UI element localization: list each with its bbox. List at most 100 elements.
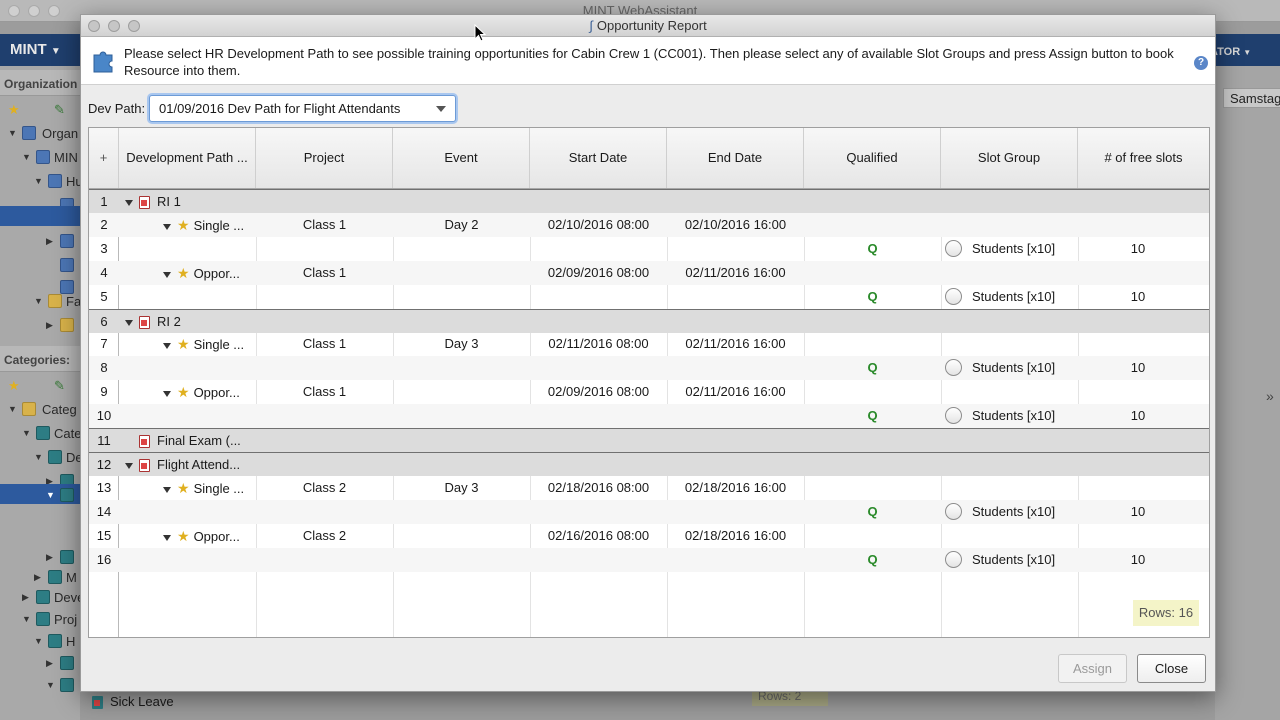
- tree-item[interactable]: ▼ Categ: [0, 398, 80, 422]
- column-header-project[interactable]: Project: [256, 128, 393, 188]
- slot-group-radio[interactable]: [945, 240, 962, 258]
- category-icon: [60, 678, 74, 692]
- chevron-right-icon[interactable]: »: [1266, 388, 1274, 404]
- row-number: 10: [96, 408, 112, 423]
- table-row[interactable]: 2 ★ Single ... Class 1 Day 2 02/10/2016 08:00…: [89, 213, 1209, 237]
- project-cell: Class 2: [302, 480, 347, 495]
- group-row[interactable]: 11 Final Exam (...: [89, 428, 1209, 452]
- end-date-cell: 02/11/2016 16:00: [685, 265, 786, 280]
- slot-group-label: Students [x10]: [972, 360, 1056, 375]
- group-row[interactable]: 1 RI 1: [89, 189, 1209, 213]
- group-row[interactable]: 6 RI 2: [89, 309, 1209, 333]
- table-row[interactable]: 13 ★ Single ... Class 2 Day 3 02/18/2016 08:0…: [89, 476, 1209, 500]
- sick-leave-item[interactable]: Sick Leave: [92, 694, 174, 710]
- help-icon[interactable]: ?: [1194, 56, 1208, 70]
- slot-group-radio[interactable]: [945, 503, 962, 521]
- column-header-qualified[interactable]: Qualified: [804, 128, 941, 188]
- group-cell: RI 1: [125, 190, 325, 214]
- tree-item[interactable]: ▶ Deve: [0, 586, 84, 610]
- category-icon: [60, 488, 74, 502]
- group-cell: Final Exam (...: [125, 429, 325, 453]
- end-date-cell: 02/11/2016 16:00: [685, 384, 786, 399]
- add-column-button[interactable]: +: [89, 128, 119, 188]
- row-number: 2: [100, 217, 108, 232]
- row-number: 9: [100, 384, 108, 399]
- slot-group-label: Students [x10]: [972, 289, 1056, 304]
- column-header-start-date[interactable]: Start Date: [530, 128, 667, 188]
- mint-menu[interactable]: MINT ▼: [10, 41, 61, 58]
- dev-path-cell: ★ Oppor...: [163, 380, 255, 404]
- column-header-dev-path[interactable]: Development Path ...: [119, 128, 256, 188]
- tree-item[interactable]: ▶: [0, 314, 80, 338]
- table-row[interactable]: 10 Q Students [x10] 10: [89, 404, 1209, 428]
- chevron-down-icon[interactable]: [163, 390, 171, 397]
- tree-item-selected[interactable]: ▼: [0, 484, 80, 504]
- dev-path-select[interactable]: 01/09/2016 Dev Path for Flight Attendant…: [149, 95, 456, 122]
- tree-item[interactable]: ▶: [0, 652, 80, 676]
- tree-item[interactable]: ▼ MIN: [0, 146, 80, 170]
- tree-item[interactable]: ▼ Fa: [0, 290, 81, 314]
- tree-item[interactable]: ▼ Hu: [0, 170, 83, 194]
- background-sidebar: Organization ★ ✎ ▼ Organ ▼ MIN ▼ Hu ▶ ▼ Fa ▶…: [0, 66, 84, 720]
- table-row[interactable]: 8 Q Students [x10] 10: [89, 356, 1209, 380]
- tree-item-selected[interactable]: [0, 206, 80, 226]
- course-icon: [139, 196, 150, 210]
- table-row[interactable]: 9 ★ Oppor... Class 1 02/09/2016 08:00 02/11/2…: [89, 380, 1209, 404]
- assign-button[interactable]: Assign: [1058, 654, 1127, 683]
- pencil-icon[interactable]: ✎: [54, 378, 65, 394]
- slot-group-radio[interactable]: [945, 407, 962, 425]
- chevron-down-icon[interactable]: [125, 199, 133, 206]
- category-icon: [60, 550, 74, 564]
- opportunity-label: Oppor...: [193, 385, 240, 400]
- chevron-right-icon: ▶: [34, 572, 41, 582]
- slot-group-radio[interactable]: [945, 359, 962, 377]
- opportunity-label: Single ...: [193, 218, 245, 233]
- tree-item[interactable]: ▼ H: [0, 630, 80, 654]
- close-button[interactable]: Close: [1137, 654, 1206, 683]
- pencil-icon[interactable]: ✎: [54, 102, 65, 118]
- table-row[interactable]: 7 ★ Single ... Class 1 Day 3 02/11/2016 08:00…: [89, 332, 1209, 356]
- chevron-down-icon[interactable]: [125, 462, 133, 469]
- project-cell: Class 1: [302, 217, 347, 232]
- tree-item[interactable]: ▼ Cate: [0, 422, 81, 446]
- table-row[interactable]: 14 Q Students [x10] 10: [89, 500, 1209, 524]
- column-header-end-date[interactable]: End Date: [667, 128, 804, 188]
- row-number: 4: [100, 265, 108, 280]
- chevron-down-icon[interactable]: [163, 342, 171, 349]
- tree-item[interactable]: ▼ Proj: [0, 608, 80, 632]
- slot-group-cell: Students [x10]: [945, 285, 1078, 309]
- category-icon: [36, 590, 50, 604]
- event-cell: Day 3: [444, 336, 479, 351]
- project-cell: Class 1: [302, 384, 347, 399]
- dialog-titlebar[interactable]: ∫ Opportunity Report: [81, 15, 1215, 37]
- table-row[interactable]: 4 ★ Oppor... Class 1 02/09/2016 08:00 02/11/2…: [89, 261, 1209, 285]
- column-header-free-slots[interactable]: # of free slots: [1078, 128, 1209, 188]
- slot-group-radio[interactable]: [945, 551, 962, 569]
- tree-item[interactable]: ▼ Organ: [0, 122, 80, 146]
- column-header-slot-group[interactable]: Slot Group: [941, 128, 1078, 188]
- table-row[interactable]: 15 ★ Oppor... Class 2 02/16/2016 08:00 02/18/…: [89, 524, 1209, 548]
- slot-group-radio[interactable]: [945, 288, 962, 306]
- tree-item[interactable]: [0, 254, 80, 278]
- star-icon[interactable]: ★: [8, 378, 20, 394]
- column-header-event[interactable]: Event: [393, 128, 530, 188]
- chevron-down-icon[interactable]: [163, 271, 171, 278]
- category-icon: [48, 450, 62, 464]
- chevron-down-icon[interactable]: [163, 223, 171, 230]
- user-menu[interactable]: ATOR ▼: [1210, 46, 1251, 58]
- chevron-down-icon[interactable]: [163, 534, 171, 541]
- qualified-cell: Q: [804, 404, 941, 428]
- tree-item[interactable]: ▶: [0, 230, 80, 254]
- table-row[interactable]: 5 Q Students [x10] 10: [89, 285, 1209, 309]
- tree-item[interactable]: ▼ De: [0, 446, 83, 470]
- course-icon: [139, 435, 150, 449]
- chevron-down-icon[interactable]: [125, 319, 133, 326]
- table-row[interactable]: 16 Q Students [x10] 10: [89, 548, 1209, 572]
- qualified-cell: Q: [804, 548, 941, 572]
- tree-item[interactable]: ▼: [0, 674, 80, 698]
- opportunity-grid: + Development Path ... Project Event Sta…: [88, 127, 1210, 638]
- chevron-down-icon[interactable]: [163, 486, 171, 493]
- group-row[interactable]: 12 Flight Attend...: [89, 452, 1209, 476]
- star-icon[interactable]: ★: [8, 102, 20, 118]
- table-row[interactable]: 3 Q Students [x10] 10: [89, 237, 1209, 261]
